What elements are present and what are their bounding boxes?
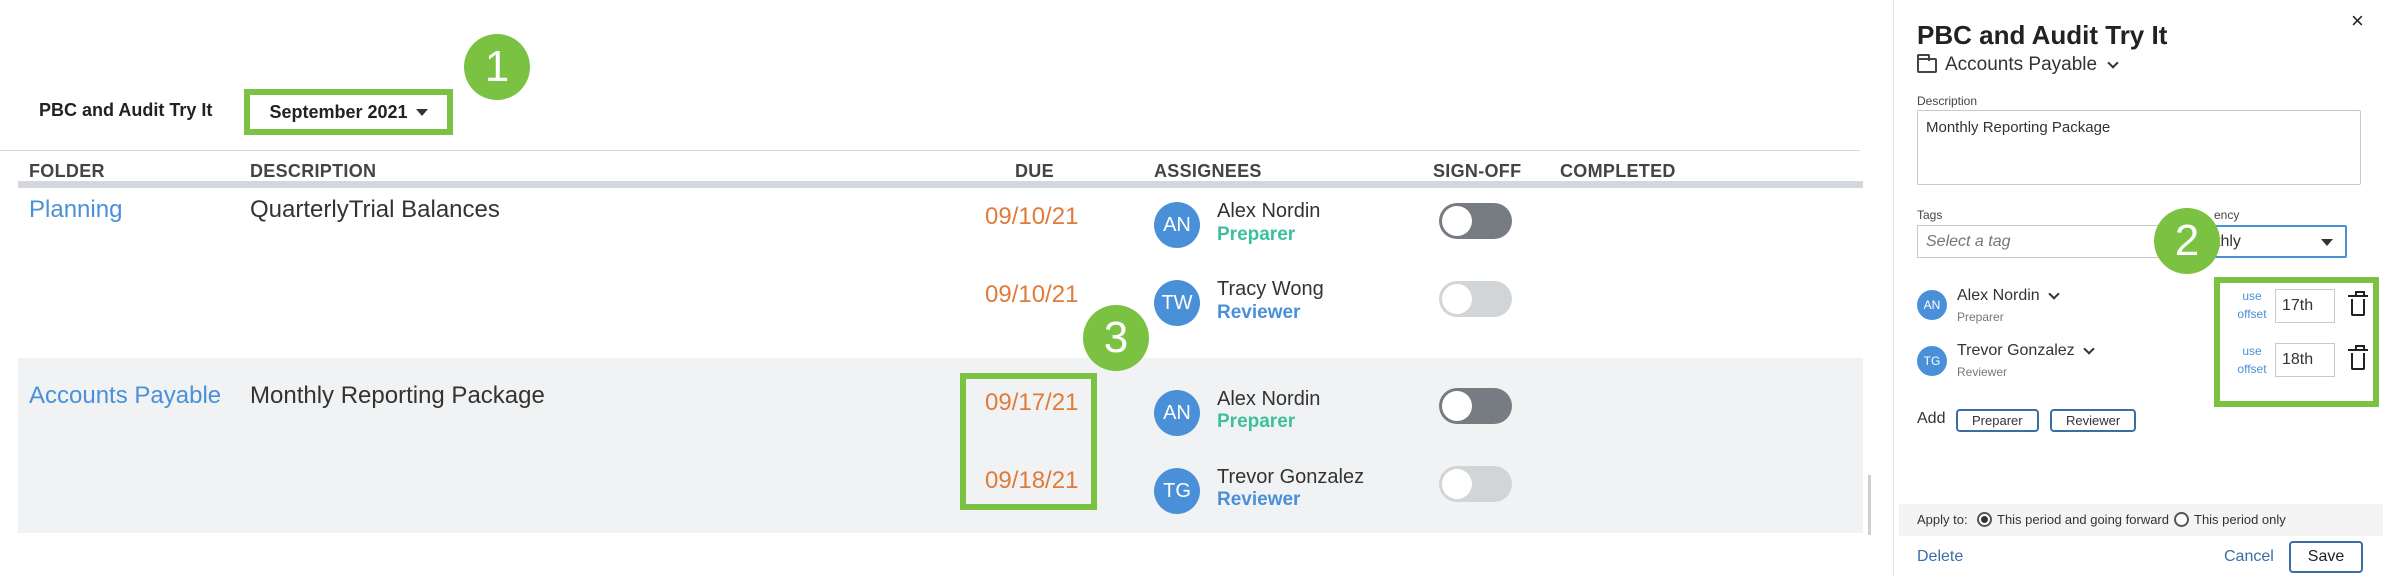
avatar: TG bbox=[1154, 468, 1200, 514]
save-button[interactable]: Save bbox=[2289, 541, 2363, 573]
toggle-knob bbox=[1442, 391, 1472, 421]
scrollbar[interactable] bbox=[1868, 475, 1871, 535]
description-label: Description bbox=[1917, 94, 1978, 108]
toggle-knob bbox=[1442, 284, 1472, 314]
tags-label: Tags bbox=[1917, 208, 1943, 222]
avatar: AN bbox=[1154, 390, 1200, 436]
assignee-role: Preparer bbox=[1217, 224, 1296, 245]
assignee-role: Reviewer bbox=[1957, 365, 2008, 379]
avatar: AN bbox=[1917, 290, 1947, 320]
callout-badge-2: 2 bbox=[2154, 208, 2220, 274]
folder-dropdown[interactable]: Accounts Payable bbox=[1917, 53, 2119, 76]
chevron-down-icon bbox=[2083, 343, 2095, 355]
frequency-select[interactable]: thly bbox=[2204, 225, 2347, 258]
assignee-name: Alex Nordin bbox=[1957, 287, 2040, 304]
cancel-link[interactable]: Cancel bbox=[2224, 548, 2274, 566]
header-divider bbox=[18, 181, 1863, 188]
caret-down-icon bbox=[2321, 239, 2333, 246]
signoff-toggle[interactable] bbox=[1439, 203, 1512, 239]
column-header-completed[interactable]: COMPLETED bbox=[1560, 161, 1676, 182]
row-description[interactable]: QuarterlyTrial Balances bbox=[250, 196, 500, 224]
due-date: 09/10/21 bbox=[985, 203, 1079, 230]
avatar: AN bbox=[1154, 202, 1200, 248]
radio-going-forward[interactable] bbox=[1977, 512, 1992, 527]
column-header-assignees[interactable]: ASSIGNEES bbox=[1154, 161, 1262, 182]
signoff-toggle[interactable] bbox=[1439, 281, 1512, 317]
assignee-name: Trevor Gonzalez bbox=[1957, 342, 2075, 359]
checklist-main: PBC and Audit Try It September 2021 1 FO… bbox=[0, 0, 1880, 577]
add-reviewer-button[interactable]: Reviewer bbox=[2050, 409, 2137, 432]
highlight-offsets bbox=[2214, 277, 2379, 407]
add-preparer-button[interactable]: Preparer bbox=[1956, 409, 2039, 432]
apply-option-label[interactable]: This period and going forward bbox=[1997, 512, 2169, 527]
signoff-toggle[interactable] bbox=[1439, 388, 1512, 424]
due-date: 09/10/21 bbox=[985, 281, 1079, 308]
assignee-role: Reviewer bbox=[1217, 302, 1301, 323]
delete-link[interactable]: Delete bbox=[1917, 548, 1963, 566]
avatar: TW bbox=[1154, 280, 1200, 326]
edit-panel: × PBC and Audit Try It Accounts Payable … bbox=[1893, 0, 2383, 577]
close-icon[interactable]: × bbox=[2351, 8, 2364, 34]
table-row: Accounts Payable Monthly Reporting Packa… bbox=[18, 358, 1863, 533]
radio-this-period-only[interactable] bbox=[2174, 512, 2189, 527]
frequency-label: ency bbox=[2214, 208, 2240, 222]
folder-icon bbox=[1917, 53, 1937, 73]
add-label: Add bbox=[1917, 410, 1946, 427]
folder-label: Accounts Payable bbox=[1945, 54, 2098, 75]
period-label: September 2021 bbox=[269, 101, 408, 122]
description-textarea[interactable]: Monthly Reporting Package bbox=[1917, 110, 2361, 185]
assignee-role: Preparer bbox=[1957, 310, 2004, 324]
highlight-due-dates bbox=[960, 373, 1097, 510]
avatar: TG bbox=[1917, 346, 1947, 376]
chevron-down-icon bbox=[2107, 57, 2119, 69]
table-row: Planning QuarterlyTrial Balances 09/10/2… bbox=[18, 188, 1863, 358]
toggle-knob bbox=[1442, 469, 1472, 499]
assignee-name: Alex Nordin bbox=[1217, 388, 1321, 410]
column-header-description[interactable]: DESCRIPTION bbox=[250, 161, 376, 182]
folder-link[interactable]: Accounts Payable bbox=[29, 382, 221, 410]
assignee-name: Tracy Wong bbox=[1217, 278, 1324, 300]
chevron-down-icon bbox=[2048, 288, 2060, 300]
assignee-dropdown[interactable]: Alex Nordin bbox=[1957, 287, 2060, 305]
panel-title: PBC and Audit Try It bbox=[1917, 20, 2168, 50]
apply-to-label: Apply to: bbox=[1917, 512, 1968, 527]
column-header-due[interactable]: DUE bbox=[1015, 161, 1054, 182]
period-dropdown[interactable]: September 2021 bbox=[244, 89, 453, 135]
signoff-toggle[interactable] bbox=[1439, 466, 1512, 502]
assignee-role: Reviewer bbox=[1217, 489, 1301, 510]
folder-link[interactable]: Planning bbox=[29, 196, 122, 224]
apply-option-label[interactable]: This period only bbox=[2194, 512, 2286, 527]
assignee-role: Preparer bbox=[1217, 411, 1296, 432]
assignee-name: Trevor Gonzalez bbox=[1217, 466, 1365, 488]
callout-badge-3: 3 bbox=[1083, 305, 1149, 371]
assignee-name: Alex Nordin bbox=[1217, 200, 1321, 222]
tags-input[interactable]: Select a tag bbox=[1917, 225, 2189, 258]
app-title: PBC and Audit Try It bbox=[39, 100, 213, 120]
column-header-folder[interactable]: FOLDER bbox=[29, 161, 105, 182]
toggle-knob bbox=[1442, 206, 1472, 236]
row-description[interactable]: Monthly Reporting Package bbox=[250, 382, 545, 410]
caret-down-icon bbox=[415, 108, 428, 116]
callout-badge-1: 1 bbox=[464, 34, 530, 100]
apply-to-bar: Apply to: This period and going forward … bbox=[1899, 504, 2383, 536]
column-header-signoff[interactable]: SIGN-OFF bbox=[1433, 161, 1521, 182]
assignee-dropdown[interactable]: Trevor Gonzalez bbox=[1957, 342, 2095, 360]
